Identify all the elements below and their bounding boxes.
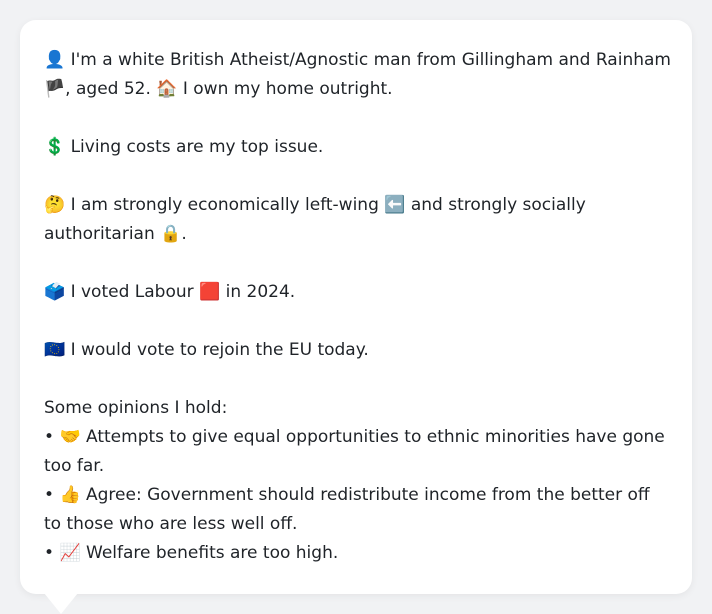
speech-bubble-tail xyxy=(44,593,78,614)
vote-text-2: in 2024. xyxy=(220,282,296,302)
list-item: • 🤝 Attempts to give equal opportunities… xyxy=(44,423,672,481)
person-icon: 👤 xyxy=(44,50,66,70)
bullet: • xyxy=(44,485,60,505)
vote-line: 🗳️ I voted Labour 🟥 in 2024. xyxy=(44,278,672,307)
bio-text: I'm a white British Atheist/Agnostic man… xyxy=(65,50,671,70)
top-issue-text: Living costs are my top issue. xyxy=(65,137,324,157)
list-item: • 📈 Welfare benefits are too high. xyxy=(44,539,672,568)
opinion-text: Attempts to give equal opportunities to … xyxy=(44,427,665,476)
left-arrow-icon: ⬅️ xyxy=(384,195,406,215)
bio-age-text: , aged 52. xyxy=(65,79,157,99)
thinking-face-icon: 🤔 xyxy=(44,195,66,215)
opinion-text: Agree: Government should redistribute in… xyxy=(44,485,650,534)
thumbs-up-icon: 👍 xyxy=(59,485,81,505)
handshake-icon: 🤝 xyxy=(59,427,81,447)
eu-flag-icon: 🇪🇺 xyxy=(44,340,66,360)
eu-line: 🇪🇺 I would vote to rejoin the EU today. xyxy=(44,336,672,365)
red-square-icon: 🟥 xyxy=(199,282,221,302)
ideology-line: 🤔 I am strongly economically left-wing ⬅… xyxy=(44,191,672,249)
bio-home-text: I own my home outright. xyxy=(177,79,393,99)
bullet: • xyxy=(44,543,60,563)
list-item: • 👍 Agree: Government should redistribut… xyxy=(44,481,672,539)
ideology-text-3: . xyxy=(181,224,187,244)
persona-card: 👤 I'm a white British Atheist/Agnostic m… xyxy=(20,20,692,594)
england-flag-icon: 🏴 xyxy=(44,79,66,99)
chart-increasing-icon: 📈 xyxy=(59,543,81,563)
vote-text-1: I voted Labour xyxy=(65,282,200,302)
bio-line: 👤 I'm a white British Atheist/Agnostic m… xyxy=(44,46,672,104)
top-issue-line: 💲 Living costs are my top issue. xyxy=(44,133,672,162)
lock-icon: 🔒 xyxy=(160,224,182,244)
opinion-text: Welfare benefits are too high. xyxy=(80,543,339,563)
ballot-box-icon: 🗳️ xyxy=(44,282,66,302)
opinions-heading: Some opinions I hold: xyxy=(44,398,228,418)
bullet: • xyxy=(44,427,60,447)
dollar-icon: 💲 xyxy=(44,137,66,157)
home-icon: 🏠 xyxy=(156,79,178,99)
ideology-text-1: I am strongly economically left-wing xyxy=(65,195,385,215)
eu-text: I would vote to rejoin the EU today. xyxy=(65,340,369,360)
